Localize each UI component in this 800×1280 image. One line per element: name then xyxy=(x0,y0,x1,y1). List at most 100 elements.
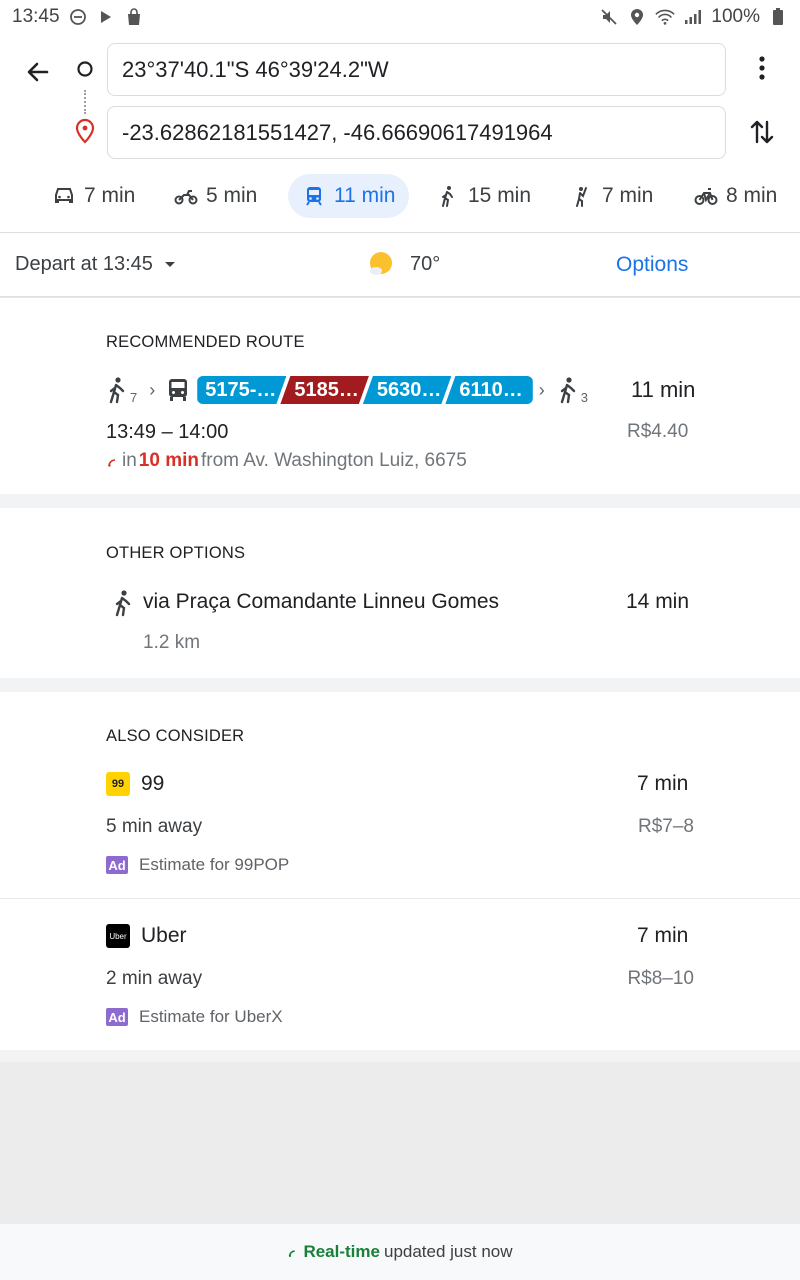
tab-motorcycle[interactable]: 5 min xyxy=(160,174,271,218)
destination-pin-icon xyxy=(75,118,95,144)
tab-label: 8 min xyxy=(726,184,778,207)
departs-prefix: in xyxy=(122,450,137,471)
origin-circle-icon xyxy=(77,61,93,77)
empty-area xyxy=(0,1062,800,1224)
tab-ride-hail[interactable]: 7 min xyxy=(556,174,667,218)
swap-button[interactable] xyxy=(742,112,782,152)
tab-label: 5 min xyxy=(206,184,258,207)
depart-label: Depart at 13:45 xyxy=(15,253,153,275)
updated-label: updated just now xyxy=(383,1242,513,1261)
ad-badge: Ad xyxy=(106,1008,128,1026)
logo-99-icon: 99 xyxy=(106,772,130,796)
tab-transit[interactable]: 11 min xyxy=(288,174,410,218)
motorcycle-icon xyxy=(174,190,198,205)
depart-row: Depart at 13:45 70° Options xyxy=(0,233,800,297)
transit-line-chip: 5630… xyxy=(363,376,452,404)
walk-icon xyxy=(115,590,131,617)
route-steps: 7 › 5175-… 5185… 5630… 6110… › 3 xyxy=(106,372,588,408)
uber-logo-icon: Uber xyxy=(106,924,130,948)
ride-hail-icon xyxy=(576,187,587,207)
walk-start-minutes: 7 xyxy=(130,389,138,405)
mute-icon xyxy=(599,7,619,27)
ride-option-duration: 7 min xyxy=(637,772,689,795)
ride-option-estimate: Estimate for 99POP xyxy=(139,855,290,874)
tab-driving[interactable]: 7 min xyxy=(38,174,149,218)
ride-option-away: 2 min away xyxy=(106,968,203,989)
route-duration: 11 min xyxy=(631,377,696,402)
battery-icon xyxy=(768,7,788,27)
temperature: 70° xyxy=(410,252,441,275)
depart-time-dropdown[interactable]: Depart at 13:45 xyxy=(15,253,177,276)
swap-vert-icon xyxy=(750,120,774,144)
signal-icon xyxy=(683,7,703,27)
location-icon xyxy=(627,7,647,27)
tab-label: 7 min xyxy=(602,184,654,207)
origin-input[interactable]: 23°37'40.1"S 46°39'24.2"W xyxy=(107,43,726,96)
route-fare: R$4.40 xyxy=(627,421,689,442)
bus-icon xyxy=(169,379,188,401)
departs-from: from Av. Washington Luiz, 6675 xyxy=(201,450,467,471)
ride-option-estimate: Estimate for UberX xyxy=(139,1007,283,1026)
tab-cycling[interactable]: 8 min xyxy=(680,174,791,218)
walking-route-via: via Praça Comandante Linneu Gomes xyxy=(143,590,500,613)
walk-icon xyxy=(442,186,453,207)
walking-route-duration: 14 min xyxy=(626,590,690,613)
ride-option-name: 99 xyxy=(141,772,165,795)
chevron-right-icon: › xyxy=(538,379,545,400)
also-consider-title: ALSO CONSIDER xyxy=(106,727,245,745)
transit-line-chip: 6110… xyxy=(445,376,533,404)
section-gap xyxy=(0,1050,800,1062)
realtime-signal-icon xyxy=(108,459,116,467)
realtime-footer: Real-time updated just now xyxy=(0,1224,800,1280)
back-arrow-icon xyxy=(27,62,49,82)
more-vert-icon xyxy=(759,56,765,80)
route-times: 13:49 – 14:00 xyxy=(106,421,229,443)
ride-option-name: Uber xyxy=(141,924,187,947)
tab-label: 15 min xyxy=(468,184,532,207)
transit-icon xyxy=(306,187,322,206)
chevron-right-icon: › xyxy=(149,379,156,400)
weather: 70° xyxy=(366,249,440,279)
walking-route-distance: 1.2 km xyxy=(143,632,201,653)
bike-icon xyxy=(694,188,718,205)
other-options-title: OTHER OPTIONS xyxy=(106,544,246,562)
realtime-signal-icon xyxy=(289,1250,296,1257)
walk-icon xyxy=(560,377,575,404)
realtime-label: Real-time xyxy=(303,1242,380,1261)
section-gap xyxy=(0,494,800,508)
ride-option-fare: R$7–8 xyxy=(638,816,694,837)
walk-icon xyxy=(109,377,125,404)
transit-lines: 5175-… 5185… 5630… 6110… xyxy=(197,376,533,404)
shopping-bag-icon xyxy=(124,7,144,27)
route-departure: in 10 min from Av. Washington Luiz, 6675 xyxy=(106,450,467,472)
play-store-icon xyxy=(96,7,116,27)
destination-input[interactable]: -23.62862181551427, -46.66690617491964 xyxy=(107,106,726,159)
recommended-title: RECOMMENDED ROUTE xyxy=(106,333,305,351)
ride-option-away: 5 min away xyxy=(106,816,203,837)
directions-header: 23°37'40.1"S 46°39'24.2"W -23.6286218155… xyxy=(0,34,800,232)
more-options-button[interactable] xyxy=(742,48,782,88)
ride-option-duration: 7 min xyxy=(637,924,689,947)
status-bar: 13:45 100% xyxy=(0,0,800,34)
ride-option-fare: R$8–10 xyxy=(627,968,694,989)
route-connector xyxy=(84,90,86,114)
tab-walking[interactable]: 15 min xyxy=(422,174,545,218)
transit-line-chip: 5175-… xyxy=(197,376,286,404)
wifi-icon xyxy=(655,7,676,27)
section-gap xyxy=(0,678,800,692)
partly-sunny-icon xyxy=(370,252,392,275)
walk-end-minutes: 3 xyxy=(580,389,589,405)
ad-badge: Ad xyxy=(106,856,128,874)
car-icon xyxy=(55,188,73,203)
travel-mode-tabs: 7 min 5 min 11 min 15 min 7 min 8 min xyxy=(0,174,800,224)
transit-line-chip: 5185… xyxy=(280,376,369,404)
back-button[interactable] xyxy=(18,52,58,92)
departs-in: 10 min xyxy=(138,450,199,471)
do-not-disturb-icon xyxy=(68,7,88,27)
tab-label: 7 min xyxy=(84,184,136,207)
status-time: 13:45 xyxy=(12,6,60,27)
tab-label: 11 min xyxy=(334,184,396,207)
options-button[interactable]: Options xyxy=(616,253,688,277)
dropdown-arrow-icon xyxy=(164,261,175,267)
battery-percent: 100% xyxy=(711,6,760,27)
